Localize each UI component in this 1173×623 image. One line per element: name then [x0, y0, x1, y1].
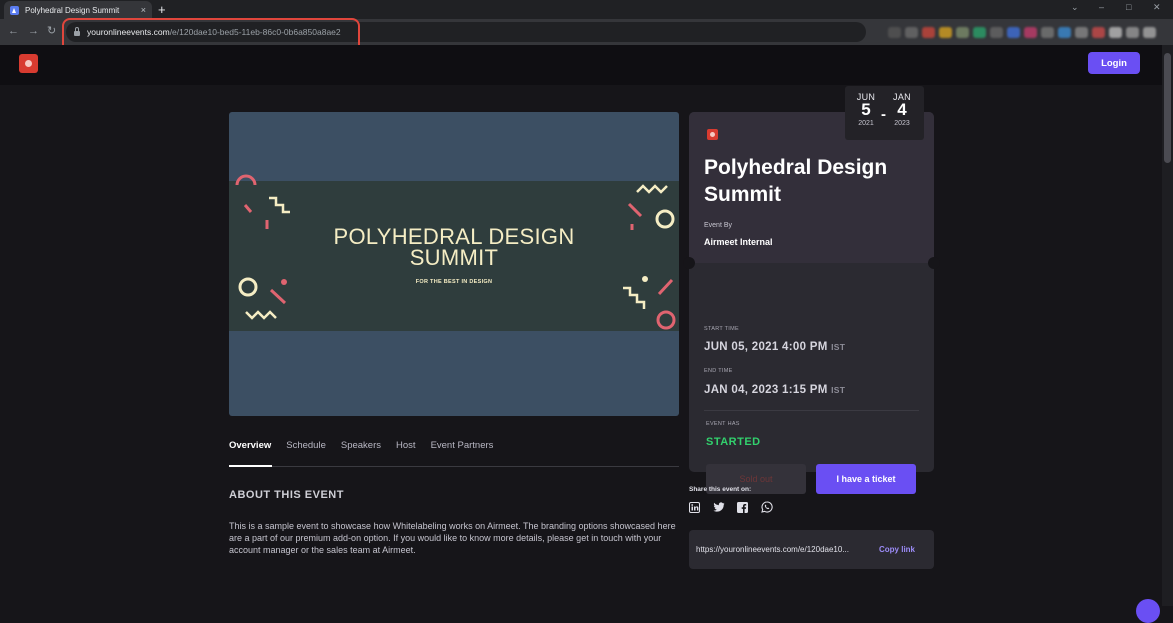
login-button[interactable]: Login [1088, 52, 1140, 74]
extension-icon[interactable] [1041, 26, 1054, 38]
extension-icon[interactable] [1109, 26, 1122, 38]
page-scrollbar[interactable] [1162, 45, 1173, 606]
window-close-button[interactable]: ✕ [1153, 2, 1161, 13]
ticket-notch-right [928, 257, 940, 269]
date-badge: JUN 5 2021 - JAN 4 2023 [845, 86, 924, 140]
start-time-value: JUN 05, 2021 4:00 PM [704, 341, 828, 353]
extension-icons [888, 25, 1158, 39]
extension-icon[interactable] [1024, 26, 1037, 38]
start-timezone: IST [831, 342, 846, 352]
tab-schedule[interactable]: Schedule [286, 440, 326, 451]
minimize-button[interactable]: – [1099, 2, 1104, 12]
end-timezone: IST [831, 385, 846, 395]
start-day: 5 [861, 100, 871, 119]
site-favicon-icon [10, 5, 19, 15]
extension-icon[interactable] [956, 26, 969, 38]
tabs-divider [229, 466, 679, 467]
event-banner: POLYHEDRAL DESIGN SUMMIT FOR THE BEST IN… [229, 112, 679, 416]
date-start: JUN 5 2021 [852, 92, 880, 127]
tab-search-icon[interactable]: ⌄ [1071, 2, 1079, 13]
chat-widget-button[interactable] [1136, 599, 1160, 623]
end-time-value: JAN 04, 2023 1:15 PM [704, 384, 828, 396]
url-path: /e/120dae10-bed5-11eb-86c0-0b6a850a8ae2 [169, 27, 341, 37]
share-link-box: https://youronlineevents.com/e/120dae10.… [689, 530, 934, 569]
banner-decorations [235, 174, 676, 330]
reload-button[interactable]: ↻ [47, 25, 56, 38]
have-ticket-button[interactable]: I have a ticket [816, 464, 916, 494]
about-heading: ABOUT THIS EVENT [229, 489, 344, 501]
event-title: Polyhedral Design Summit [704, 156, 888, 206]
browser-tab[interactable]: Polyhedral Design Summit × [4, 1, 152, 19]
share-link-url[interactable]: https://youronlineevents.com/e/120dae10.… [696, 545, 866, 554]
twitter-icon[interactable] [713, 500, 726, 513]
whatsapp-icon[interactable] [761, 500, 774, 513]
end-day: 4 [897, 100, 907, 119]
scrollbar-thumb[interactable] [1164, 53, 1171, 163]
end-time-label: END TIME [704, 368, 733, 374]
extension-icon[interactable] [922, 26, 935, 38]
forward-button[interactable]: → [28, 25, 39, 38]
event-tabs: Overview Schedule Speakers Host Event Pa… [229, 440, 493, 451]
tab-active-indicator [229, 465, 272, 467]
extension-icon[interactable] [1075, 26, 1088, 38]
event-page: Login POLYHEDRAL DESIGN SUMMIT FOR THE B… [0, 45, 1162, 623]
event-status: STARTED [706, 436, 761, 448]
facebook-icon[interactable] [737, 500, 750, 513]
share-label: Share this event on: [689, 486, 752, 493]
event-by-label: Event By [704, 222, 733, 229]
share-icons [689, 500, 774, 513]
profile-avatar[interactable] [1143, 26, 1156, 38]
url-host: youronlineevents.com [87, 27, 170, 37]
end-year: 2023 [894, 120, 910, 127]
maximize-button[interactable]: □ [1126, 2, 1131, 12]
extension-icon[interactable] [1007, 26, 1020, 38]
start-time-label: START TIME [704, 326, 739, 332]
extension-icon[interactable] [888, 26, 901, 38]
start-year: 2021 [858, 120, 874, 127]
tab-overview[interactable]: Overview [229, 440, 271, 451]
event-details-card: Polyhedral Design Summit Event By Airmee… [683, 112, 940, 494]
event-organizer: Airmeet Internal [704, 237, 773, 247]
about-text: This is a sample event to showcase how W… [229, 521, 676, 555]
browser-tabstrip: Polyhedral Design Summit × + ⌄ – □ ✕ [0, 0, 1173, 19]
extension-icon[interactable] [1092, 26, 1105, 38]
extension-icon[interactable] [905, 26, 918, 38]
new-tab-button[interactable]: + [158, 2, 166, 17]
status-label: EVENT HAS [706, 421, 740, 427]
brand-logo[interactable] [19, 54, 38, 73]
extension-icon[interactable] [1058, 26, 1071, 38]
extension-icon[interactable] [990, 26, 1003, 38]
tab-speakers[interactable]: Speakers [341, 440, 381, 451]
linkedin-icon[interactable] [689, 500, 702, 513]
card-divider [704, 410, 919, 411]
tab-close-icon[interactable]: × [141, 5, 146, 15]
tab-title: Polyhedral Design Summit [25, 5, 120, 15]
card-brand-logo [707, 129, 718, 140]
tab-host[interactable]: Host [396, 440, 416, 451]
address-bar[interactable]: youronlineevents.com /e/120dae10-bed5-11… [66, 22, 866, 42]
back-button[interactable]: ← [8, 25, 19, 38]
site-header: Login [0, 45, 1162, 85]
end-time: JAN 04, 2023 1:15 PM IST [704, 384, 845, 396]
extension-icon[interactable] [973, 26, 986, 38]
date-separator: - [881, 106, 886, 123]
start-time: JUN 05, 2021 4:00 PM IST [704, 341, 845, 353]
tab-event-partners[interactable]: Event Partners [431, 440, 494, 451]
date-end: JAN 4 2023 [888, 92, 916, 127]
copy-link-button[interactable]: Copy link [879, 545, 915, 554]
lock-icon [74, 26, 80, 36]
extension-icon[interactable] [939, 26, 952, 38]
extension-icon[interactable] [1126, 26, 1139, 38]
ticket-notch-left [683, 257, 695, 269]
